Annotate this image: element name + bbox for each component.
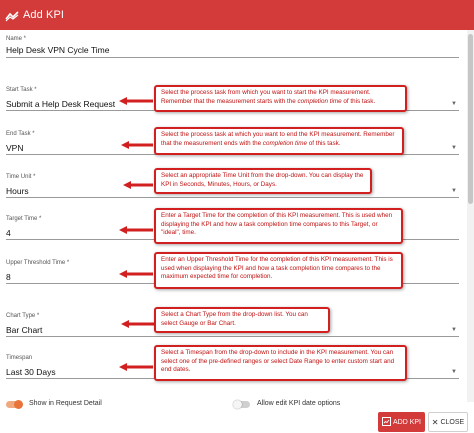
close-label: CLOSE [440, 418, 465, 426]
callout-start-task-em: completion time [297, 97, 342, 105]
end-task-select[interactable]: VPN [6, 143, 23, 153]
callout-target-time: Enter a Target Time for the completion o… [154, 208, 403, 244]
callout-time-unit-text: Select an appropriate Time Unit from the… [161, 172, 364, 188]
upper-threshold-input[interactable]: 8 [6, 272, 11, 282]
chart-type-label: Chart Type * [6, 313, 40, 319]
arrow-left-icon [119, 97, 153, 105]
timespan-label: Timespan [6, 355, 33, 361]
time-unit-underline [6, 197, 459, 198]
close-icon: ✕ [431, 417, 439, 427]
close-button[interactable]: ✕ CLOSE [428, 412, 468, 432]
callout-upper-threshold: Enter an Upper Threshold Time for the co… [154, 252, 403, 289]
allow-edit-kpi-date-label: Allow edit KPI date options [257, 400, 341, 407]
toggle-knob [233, 400, 242, 409]
callout-target-time-text: Enter a Target Time for the completion o… [161, 212, 393, 237]
scrollbar-thumb[interactable] [468, 34, 473, 204]
chevron-down-icon[interactable]: ▼ [451, 327, 457, 333]
chart-type-underline [6, 336, 459, 337]
callout-timespan: Select a Timespan from the drop-down to … [154, 345, 407, 381]
arrow-left-icon [121, 141, 153, 149]
target-time-input[interactable]: 4 [6, 228, 11, 238]
time-unit-select[interactable]: Hours [6, 186, 29, 196]
time-unit-label: Time Unit * [6, 174, 36, 180]
chart-type-select[interactable]: Bar Chart [6, 325, 42, 335]
upper-threshold-label: Upper Threshold Time * [6, 260, 70, 266]
chevron-down-icon[interactable]: ▼ [451, 101, 457, 107]
name-field[interactable]: Name * Help Desk VPN Cycle Time [6, 33, 459, 59]
callout-end-task-em: completion time [262, 139, 307, 147]
dialog-title: Add KPI [23, 9, 65, 21]
add-kpi-icon [381, 416, 391, 428]
callout-start-task: Select the process task from which you w… [154, 85, 407, 112]
callout-timespan-text: Select a Timespan from the drop-down to … [161, 349, 395, 374]
target-time-label: Target Time * [6, 216, 42, 222]
start-task-label: Start Task * [6, 87, 37, 93]
callout-upper-threshold-text: Enter an Upper Threshold Time for the co… [161, 256, 393, 281]
chevron-down-icon[interactable]: ▼ [451, 369, 457, 375]
arrow-left-icon [119, 226, 153, 234]
chevron-down-icon[interactable]: ▼ [451, 145, 457, 151]
show-in-request-detail-label: Show in Request Detail [29, 400, 102, 407]
arrow-left-icon [123, 181, 153, 189]
show-in-request-detail-toggle[interactable] [6, 400, 23, 409]
allow-edit-kpi-date-toggle[interactable] [233, 400, 250, 409]
callout-end-task: Select the process task at which you wan… [154, 127, 404, 155]
callout-time-unit: Select an appropriate Time Unit from the… [154, 168, 372, 194]
dialog-titlebar: Add KPI [0, 0, 474, 30]
toggle-knob [14, 400, 23, 409]
name-label: Name * [6, 36, 27, 42]
callout-start-task-post: of this task. [341, 97, 376, 105]
end-task-label: End Task * [6, 131, 35, 137]
name-input[interactable]: Help Desk VPN Cycle Time [6, 45, 109, 55]
arrow-left-icon [119, 270, 153, 278]
kpi-chart-icon [5, 9, 19, 22]
start-task-select[interactable]: Submit a Help Desk Request [6, 99, 115, 109]
chevron-down-icon[interactable]: ▼ [451, 188, 457, 194]
arrow-left-icon [119, 363, 153, 371]
callout-chart-type: Select a Chart Type from the drop-down l… [154, 307, 330, 333]
name-underline [6, 57, 459, 58]
callout-end-task-post: of this task. [306, 139, 341, 147]
callout-chart-type-text: Select a Chart Type from the drop-down l… [161, 311, 308, 327]
add-kpi-label: ADD KPI [392, 418, 421, 426]
timespan-select[interactable]: Last 30 Days [6, 367, 56, 377]
add-kpi-button[interactable]: ADD KPI [378, 412, 425, 432]
arrow-left-icon [121, 320, 155, 328]
